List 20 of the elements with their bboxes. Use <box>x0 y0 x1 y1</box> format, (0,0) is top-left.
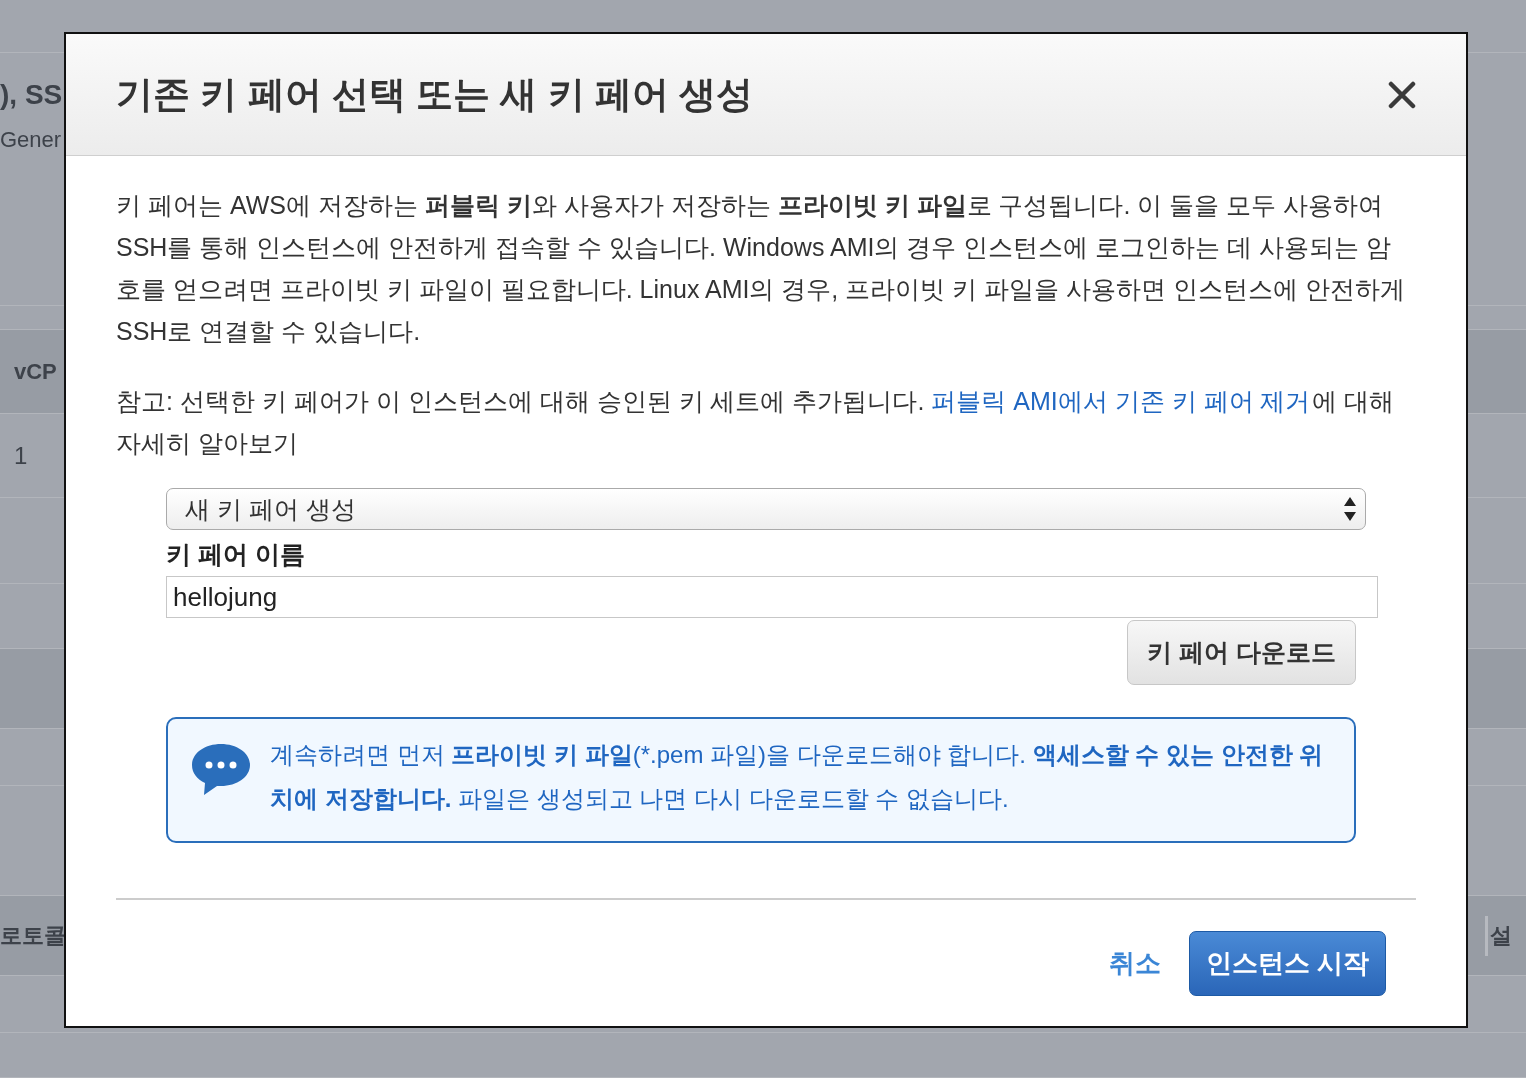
column-header: vCP <box>14 358 57 385</box>
cancel-link[interactable]: 취소 <box>1109 945 1161 981</box>
key-pair-name-input[interactable]: hellojung <box>166 576 1378 618</box>
column-header: 설 <box>1490 921 1512 950</box>
close-button[interactable] <box>1388 80 1416 109</box>
dialog-title: 기존 키 페어 선택 또는 새 키 페어 생성 <box>116 72 754 117</box>
key-pair-select[interactable]: 새 키 페어 생성 <box>166 488 1366 530</box>
select-arrows-icon <box>1343 495 1357 523</box>
column-header: 로토콜 <box>0 921 66 950</box>
field-label: 키 페어 이름 <box>166 539 306 570</box>
note-text: 참고: 선택한 키 페어가 이 인스턴스에 대해 승인된 키 세트에 추가됩니다. 퍼블릭 AMI에서 기존 키 페어 제거 에 대해 자세히 알아보기 <box>116 386 1396 459</box>
page-heading: ), SS <box>0 79 63 111</box>
download-button[interactable]: 키 페어 다운로드 <box>1127 620 1356 685</box>
table-cell: 1 <box>14 441 28 470</box>
page-subtitle: Gener <box>0 127 62 153</box>
chat-bubble-icon <box>190 741 252 797</box>
launch-button[interactable]: 인스턴스 시작 <box>1189 930 1386 996</box>
notice-text: 계속하려면 먼저 프라이빗 키 파일(*.pem 파일)을 다운로드해야 합니다. 액세스할 수 있는 안전한 위치에 저장합니다. 파일은 생성되고 나면 다시 다운로드할 수 없습니다. <box>270 740 1325 814</box>
description-text: 키 페어는 AWS에 저장하는 퍼블릭 키와 사용자가 저장하는 프라이빗 키 파일로 구성됩니다. 이 둘을 모두 사용하여 SSH를 통해 인스턴스에 안전하게 접속할 수 있습니다. Windows AMI의 경우 인스턴스에 로그인하는 데 사용되는 암호를 얻으려면 프라이빗 키 파일이 필요합니다. Linux AMI의 경우, 프라이빗 키 파일을 사용하면 인스턴스에 안전하게 SSH로 연결할 수 있습니다. <box>116 190 1406 347</box>
learn-more-link[interactable]: 퍼블릭 AMI에서 기존 키 페어 제거 <box>931 387 1311 415</box>
